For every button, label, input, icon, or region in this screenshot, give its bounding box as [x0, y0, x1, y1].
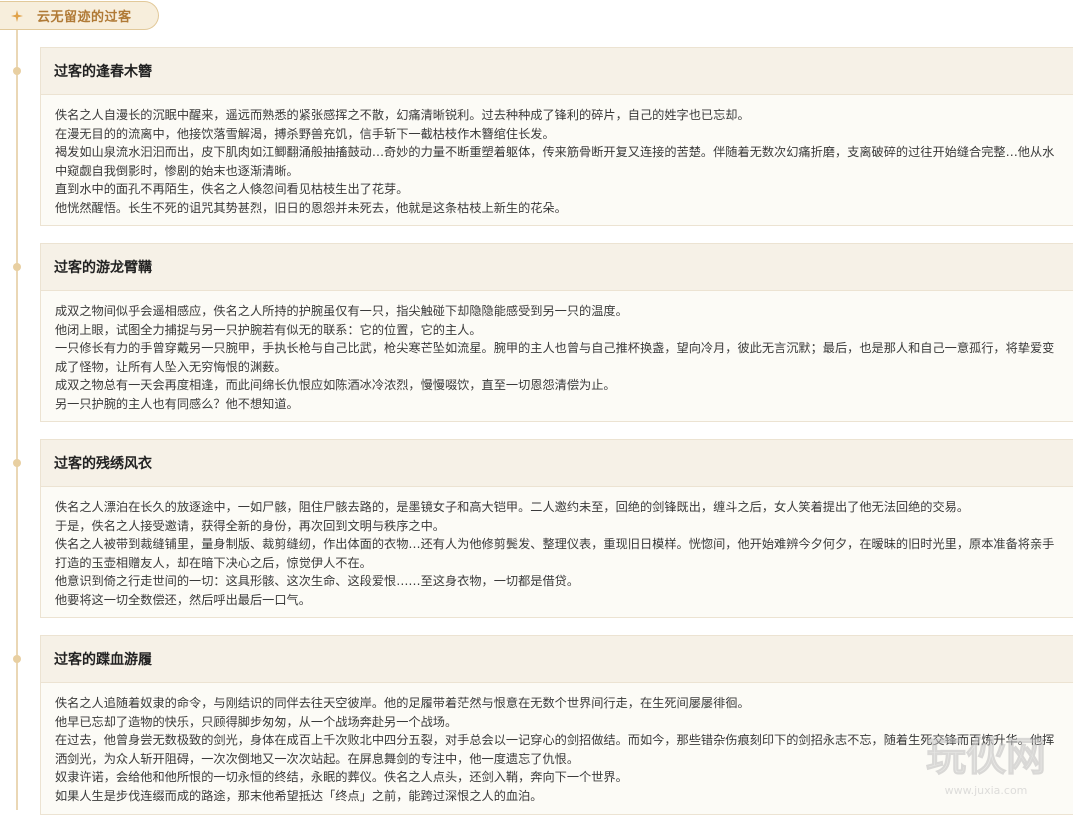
timeline-dot [13, 655, 21, 663]
card-description: 佚名之人漂泊在长久的放逐途中，一如尸骸，阻住尸骸去路的，是墨镜女子和高大铠甲。二… [41, 487, 1073, 617]
description-line: 佚名之人追随着奴隶的命令，与刚结识的同伴去往天空彼岸。他的足履带着茫然与恨意在无… [55, 696, 750, 710]
timeline-line [16, 30, 18, 810]
artifact-set-header: 云无留迹的过客 [0, 1, 159, 30]
four-point-star-icon [11, 9, 23, 22]
description-line: 他意识到倚之行走世间的一切：这具形骸、这次生命、这段爱恨……至这身衣物，一切都是… [55, 574, 580, 588]
artifact-card-flower: 过客的逢春木簪 佚名之人自漫长的沉眠中醒来，遥远而熟悉的紧张感挥之不散，幻痛清晰… [40, 47, 1073, 226]
description-line: 在漫无目的的流离中，他接饮落雪解渴，搏杀野兽充饥，信手斩下一截枯枝作木簪绾住长发… [55, 126, 555, 141]
card-title: 过客的残绣风衣 [41, 440, 1073, 487]
description-line: 他恍然醒悟。长生不死的诅咒其势甚烈，旧日的恩怨并未死去，他就是这条枯枝上新生的花… [55, 200, 567, 215]
site-watermark-logo: 玩伙网 www.juxia.com [926, 734, 1047, 798]
card-description: 佚名之人自漫长的沉眠中醒来，遥远而熟悉的紧张感挥之不散，幻痛清晰锐利。过去种种成… [41, 95, 1073, 225]
timeline-dot [13, 459, 21, 467]
description-line: 成双之物总有一天会再度相逢，而此间绵长仇恨应如陈酒冰冷浓烈，慢慢啜饮，直至一切恩… [55, 378, 616, 392]
watermark-url: www.juxia.com [945, 784, 1028, 797]
description-line: 直到水中的面孔不再陌生，佚名之人倏忽间看见枯枝生出了花芽。 [55, 182, 409, 196]
description-line: 他要将这一切全数偿还，然后呼出最后一口气。 [55, 592, 311, 607]
watermark-text: 玩伙网 [926, 734, 1046, 780]
description-line: 于是，佚名之人接受邀请，获得全新的身份，再次回到文明与秩序之中。 [55, 518, 445, 533]
description-line: 佚名之人自漫长的沉眠中醒来，遥远而熟悉的紧张感挥之不散，幻痛清晰锐利。过去种种成… [55, 108, 750, 122]
description-line: 佚名之人漂泊在长久的放逐途中，一如尸骸，阻住尸骸去路的，是墨镜女子和高大铠甲。二… [55, 500, 970, 514]
card-title: 过客的逢春木簪 [41, 48, 1073, 95]
description-line: 佚名之人被带到裁缝铺里，量身制版、裁剪缝纫，作出体面的衣物…还有人为他修剪鬓发、… [55, 537, 1055, 570]
timeline-dot [13, 263, 21, 271]
description-line: 成双之物间似乎会遥相感应，佚名之人所持的护腕虽仅有一只，指尖触碰下却隐隐能感受到… [55, 304, 628, 318]
card-title: 过客的游龙臂鞲 [41, 244, 1073, 291]
description-line: 另一只护腕的主人也有同感么？他不想知道。 [55, 396, 299, 411]
artifact-set-title: 云无留迹的过客 [37, 10, 132, 25]
description-line: 他闭上眼，试图全力捕捉与另一只护腕若有似无的联系：它的位置，它的主人。 [55, 322, 482, 337]
description-line: 褐发如山泉流水汩汩而出，皮下肌肉如江鲫翻涌般抽搐鼓动…奇妙的力量不断重塑着躯体，… [55, 145, 1055, 178]
artifact-card-gloves: 过客的游龙臂鞲 成双之物间似乎会遥相感应，佚名之人所持的护腕虽仅有一只，指尖触碰… [40, 243, 1073, 422]
card-description: 成双之物间似乎会遥相感应，佚名之人所持的护腕虽仅有一只，指尖触碰下却隐隐能感受到… [41, 291, 1073, 421]
description-line: 一只修长有力的手曾穿戴另一只腕甲，手执长枪与自己比武，枪尖寒芒坠如流星。腕甲的主… [55, 341, 1055, 374]
timeline-dot [13, 67, 21, 75]
artifact-card-body: 过客的残绣风衣 佚名之人漂泊在长久的放逐途中，一如尸骸，阻住尸骸去路的，是墨镜女… [40, 439, 1073, 618]
card-title: 过客的蹀血游履 [41, 636, 1073, 683]
